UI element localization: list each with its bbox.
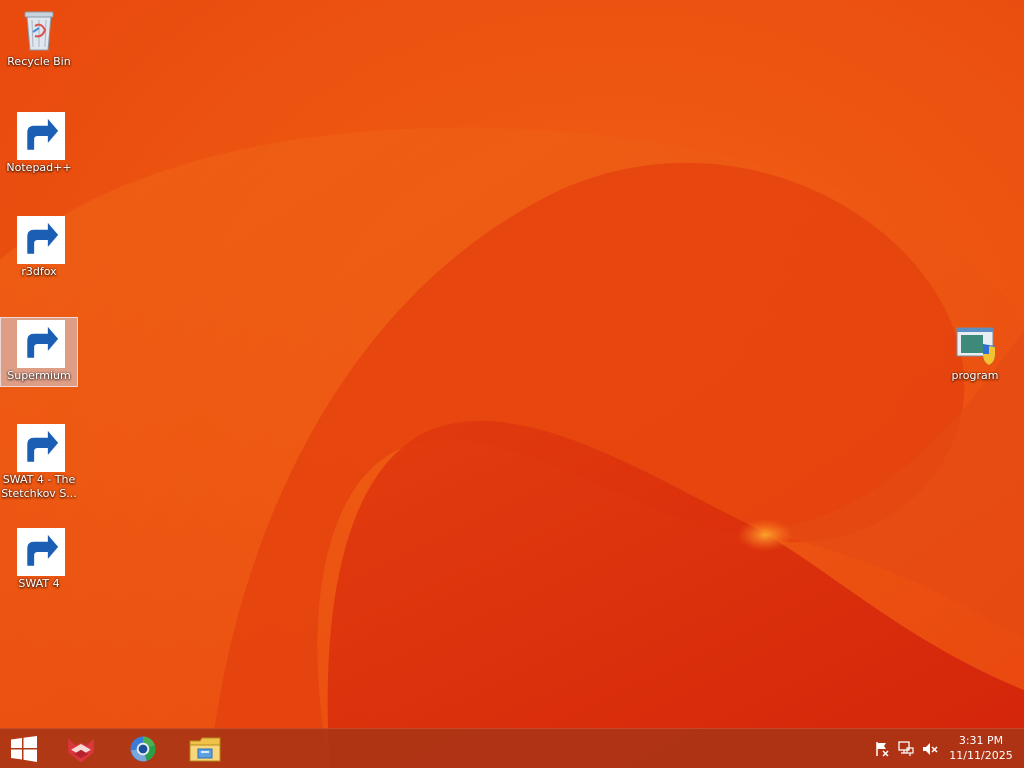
taskbar: 3:31 PM 11/11/2025 [0, 728, 1024, 768]
r3dfox-icon [15, 216, 65, 264]
swat4-icon [15, 424, 65, 472]
action-center-flag-icon[interactable] [874, 741, 890, 757]
volume-muted-icon[interactable] [922, 741, 938, 757]
clock[interactable]: 3:31 PM 11/11/2025 [946, 733, 1016, 763]
network-icon[interactable] [898, 741, 914, 757]
shortcut-arrow-icon [17, 216, 65, 264]
clock-date: 11/11/2025 [949, 749, 1013, 762]
swat4-icon [15, 528, 65, 576]
shortcut-arrow-icon [17, 424, 65, 472]
shortcut-arrow-icon [17, 112, 65, 160]
desktop[interactable]: Recycle Bin C Notepad++ [0, 0, 1024, 768]
shortcut-arrow-icon [17, 528, 65, 576]
notepad-plus-plus-icon: C [15, 112, 65, 160]
desktop-icon-r3dfox[interactable]: r3dfox [1, 214, 77, 282]
shortcut-arrow-icon [17, 320, 65, 368]
desktop-icon-label: program [951, 369, 999, 382]
desktop-icon-label: Supermium [7, 369, 71, 382]
desktop-icon-swat4-stetchkov[interactable]: SWAT 4 - The Stetchkov S... [1, 422, 77, 501]
wallpaper [0, 0, 1024, 768]
clock-time: 3:31 PM [958, 734, 1004, 747]
taskbar-button-supermium[interactable] [120, 729, 166, 768]
windows-start-icon [11, 736, 37, 762]
taskbar-button-r3dfox[interactable] [58, 729, 104, 768]
desktop-icon-supermium[interactable]: Supermium [0, 317, 78, 387]
desktop-icon-swat4[interactable]: SWAT 4 [1, 526, 77, 594]
desktop-icon-label: SWAT 4 - The Stetchkov S... [1, 473, 77, 500]
desktop-icon-program[interactable]: program [937, 318, 1013, 386]
desktop-icon-label: Notepad++ [6, 161, 72, 174]
supermium-icon [130, 736, 156, 762]
desktop-icon-label: Recycle Bin [7, 55, 71, 68]
desktop-icon-label: r3dfox [21, 265, 57, 278]
desktop-icon-label: SWAT 4 [18, 577, 60, 590]
recycle-bin-icon [15, 6, 63, 54]
supermium-icon [15, 320, 65, 368]
desktop-icon-notepad-plus-plus[interactable]: C Notepad++ [1, 110, 77, 178]
program-installer-icon [951, 320, 999, 368]
desktop-icon-recycle-bin[interactable]: Recycle Bin [1, 4, 77, 72]
r3dfox-icon [68, 738, 94, 763]
taskbar-button-file-explorer[interactable] [182, 729, 228, 768]
start-button[interactable] [0, 729, 48, 768]
file-explorer-icon [189, 737, 221, 762]
